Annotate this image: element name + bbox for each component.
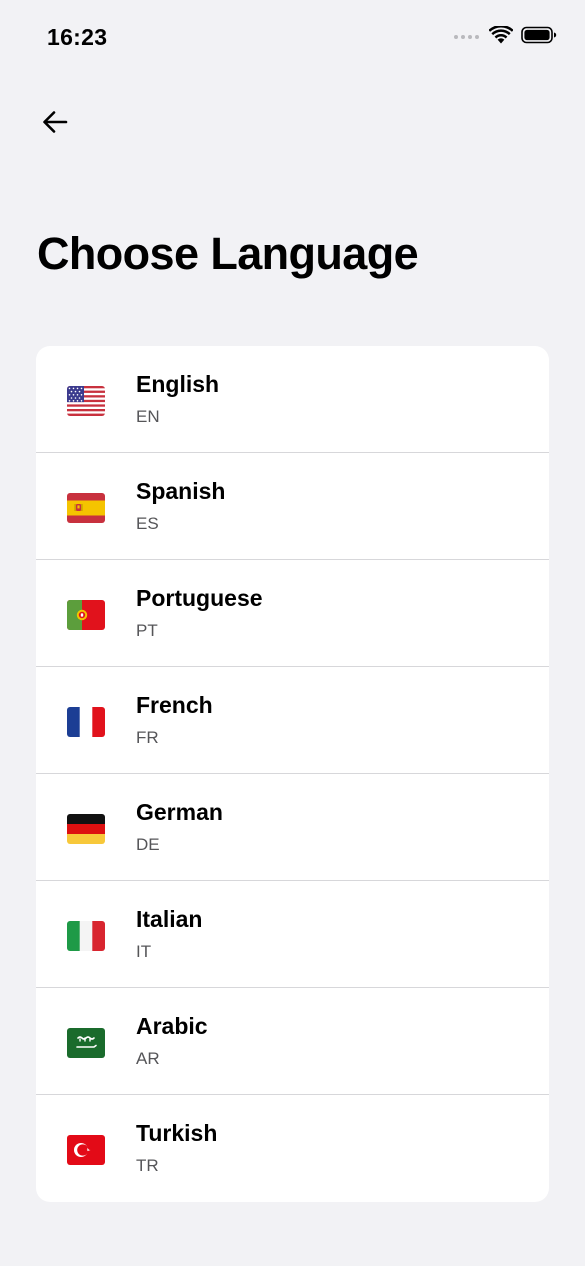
language-code: ES [136,514,159,533]
status-icons [454,24,557,49]
language-name: French [136,692,213,718]
italy-flag-icon [67,921,105,951]
france-flag-icon [67,707,105,737]
language-code: IT [136,942,152,961]
status-time: 16:23 [47,24,108,50]
arrow-left-icon [41,110,69,139]
language-name: English [136,371,220,397]
language-list: English EN Spanish ES Portuguese PT Fren… [36,346,549,1202]
language-item-french[interactable]: French FR [36,667,549,774]
portugal-flag-icon [67,600,105,630]
language-code: DE [136,835,160,854]
language-code: FR [136,728,159,747]
language-item-turkish[interactable]: Turkish TR [36,1095,549,1202]
cellular-signal-icon [454,35,479,39]
language-item-italian[interactable]: Italian IT [36,881,549,988]
language-name: German [136,799,223,825]
language-item-spanish[interactable]: Spanish ES [36,453,549,560]
language-name: Turkish [136,1120,218,1146]
spain-flag-icon [67,493,105,523]
language-code: EN [136,407,160,426]
language-item-english[interactable]: English EN [36,346,549,453]
us-flag-icon [67,386,105,416]
language-code: TR [136,1156,159,1175]
language-code: PT [136,621,158,640]
language-item-arabic[interactable]: Arabic AR [36,988,549,1095]
back-button[interactable] [33,104,77,144]
language-code: AR [136,1049,160,1068]
page-title: Choose Language [37,228,419,279]
status-bar: 16:23 [0,0,585,74]
language-name: Italian [136,906,203,932]
language-item-german[interactable]: German DE [36,774,549,881]
language-name: Arabic [136,1013,208,1039]
turkey-flag-icon [67,1135,105,1165]
language-item-portuguese[interactable]: Portuguese PT [36,560,549,667]
language-name: Spanish [136,478,226,504]
saudi-arabia-flag-icon [67,1028,105,1058]
wifi-icon [488,24,514,49]
language-name: Portuguese [136,585,263,611]
battery-icon [521,26,557,49]
germany-flag-icon [67,814,105,844]
